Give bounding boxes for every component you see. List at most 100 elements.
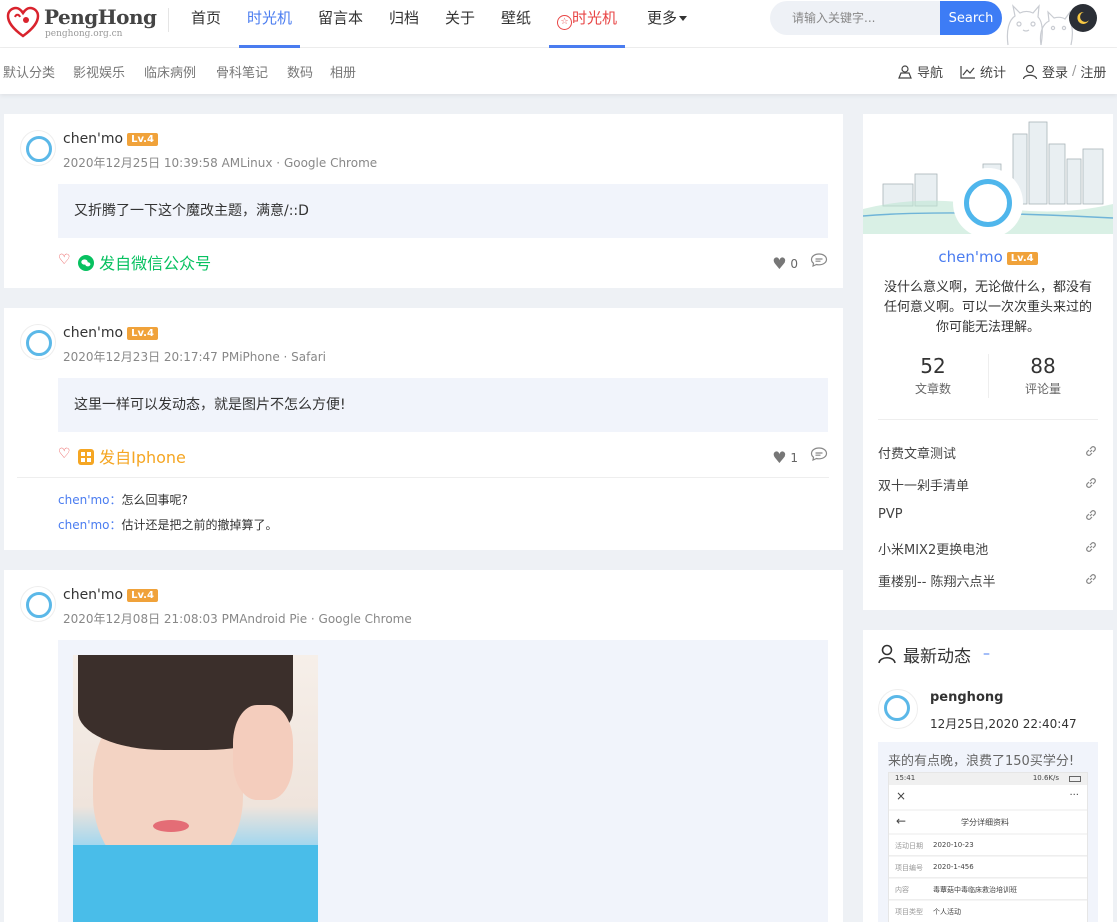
login-link[interactable]: 登录 [1042, 62, 1068, 81]
avatar[interactable] [20, 130, 56, 166]
stats-link[interactable]: 统计 [960, 62, 1006, 81]
phone-row-key: 项目类型 [895, 908, 923, 916]
photo-shirt [73, 845, 318, 922]
wechat-icon [78, 255, 94, 271]
register-link[interactable]: 注册 [1080, 62, 1106, 81]
nav-more[interactable]: 更多 [647, 0, 688, 48]
nav-timemachine-2[interactable]: ☆ 时光机 [548, 0, 626, 48]
like-button[interactable]: ♥ 0 [772, 254, 798, 273]
phone-row-value: 毒蕈菇中毒临床救治培训班 [933, 886, 1017, 894]
comment-text: 估计还是把之前的撤掉算了。 [121, 518, 278, 532]
phone-row-key: 项目编号 [895, 864, 923, 872]
search-button[interactable]: Search [940, 1, 1002, 35]
comment-author[interactable]: chen'mo [58, 493, 110, 507]
stat-value: 88 [1030, 354, 1056, 378]
sidebar-link[interactable]: 双十一剁手清单 [878, 475, 1098, 494]
sidebar-link-label: 付费文章测试 [878, 447, 957, 462]
sidebar-link-label: 小米MIX2更换电池 [878, 543, 989, 558]
sidebar-link[interactable]: 重楼别-- 陈翔六点半 [878, 571, 1098, 590]
heart-logo-icon [6, 6, 40, 38]
latest-dash: – [983, 646, 990, 662]
dark-mode-toggle[interactable] [1069, 4, 1097, 32]
site-logo[interactable]: PengHong penghong.org.cn [4, 3, 157, 41]
phone-back: ← [896, 814, 907, 828]
category-default[interactable]: 默认分类 [3, 62, 55, 81]
latest-screenshot[interactable]: 15:41 10.6K/s × ··· ← 学分详细资料 活动日期 2020-1… [888, 772, 1088, 922]
category-bar: 默认分类 影视娱乐 临床病例 骨科笔记 数码 相册 导航 统计 登录 / 注册 [0, 48, 1117, 94]
nav-divider [168, 8, 169, 32]
avatar[interactable] [878, 689, 918, 729]
latest-user[interactable]: penghong [930, 690, 1003, 705]
nav-guestbook[interactable]: 留言本 [318, 0, 363, 48]
moon-icon [1077, 11, 1089, 24]
auth-separator: / [1072, 64, 1077, 79]
profile-name[interactable]: chen'mo Lv.4 [863, 248, 1113, 266]
comment-item: chen'mo：估计还是把之前的撤掉算了。 [58, 516, 278, 533]
sidebar-link-label: PVP [878, 507, 903, 522]
navigation-label: 导航 [917, 66, 944, 81]
sidebar-link[interactable]: PVP [878, 507, 1098, 522]
level-badge: Lv.4 [127, 133, 158, 146]
nav-more-label: 更多 [647, 9, 678, 27]
timeline-post: chen'mo Lv.4 2020年12月08日 21:08:03 PMAndro… [4, 570, 843, 922]
nav-archive[interactable]: 归档 [389, 0, 419, 48]
profile-name-text: chen'mo [938, 248, 1003, 266]
profile-avatar[interactable] [956, 171, 1020, 235]
post-content: 又折腾了一下这个魔改主题，满意/::D [58, 184, 828, 238]
divider [878, 419, 1098, 420]
comment-icon[interactable] [810, 446, 828, 462]
category-album[interactable]: 相册 [330, 62, 356, 81]
sidebar-link[interactable]: 小米MIX2更换电池 [878, 539, 1098, 558]
heart-outline-icon[interactable]: ♡ [58, 446, 71, 462]
level-badge: Lv.4 [127, 327, 158, 340]
photo-lips [153, 820, 189, 832]
category-movies[interactable]: 影视娱乐 [73, 62, 125, 81]
navigation-link[interactable]: 导航 [897, 62, 943, 81]
sidebar-link[interactable]: 付费文章测试 [878, 443, 1098, 462]
phone-more: ··· [1069, 790, 1079, 801]
phone-statusbar: 15:41 10.6K/s [889, 773, 1087, 785]
post-photo[interactable] [73, 655, 318, 922]
post-source-label: 发自微信公众号 [99, 254, 212, 273]
avatar[interactable] [20, 586, 56, 622]
user-icon [878, 644, 896, 664]
category-orthopedic[interactable]: 骨科笔记 [216, 62, 268, 81]
comment-author[interactable]: chen'mo [58, 518, 110, 532]
latest-text: 来的有点晚，浪费了150买学分! [888, 754, 1075, 769]
category-clinical[interactable]: 临床病例 [144, 62, 196, 81]
phone-page-header: ← 学分详细资料 [889, 811, 1087, 833]
nav-wallpaper[interactable]: 壁纸 [501, 0, 531, 48]
post-author[interactable]: chen'mo Lv.4 [63, 131, 158, 147]
level-badge: Lv.4 [127, 589, 158, 602]
auth-links: 登录 / 注册 [1022, 62, 1106, 81]
comment-list: chen'mo：怎么回事呢? chen'mo：估计还是把之前的撤掉算了。 [17, 477, 829, 550]
stat-comments: 88 评论量 [988, 354, 1098, 397]
post-author[interactable]: chen'mo Lv.4 [63, 325, 158, 341]
phone-row-key: 内容 [895, 886, 909, 894]
like-button[interactable]: ♥ 1 [772, 448, 798, 467]
phone-title: 学分详细资料 [961, 818, 1009, 827]
latest-header: 最新动态 – [877, 642, 990, 667]
nav-home[interactable]: 首页 [191, 0, 221, 48]
stat-value: 52 [920, 354, 946, 378]
post-meta: 2020年12月25日 10:39:58 AMLinux · Google Ch… [63, 156, 378, 170]
post-author[interactable]: chen'mo Lv.4 [63, 587, 158, 603]
top-navbar: PengHong penghong.org.cn 首页 时光机 留言本 归档 关… [0, 0, 1117, 48]
stat-posts: 52 文章数 [878, 354, 988, 397]
user-icon [1022, 64, 1038, 79]
heart-outline-icon[interactable]: ♡ [58, 252, 71, 268]
heart-filled-icon: ♥ [772, 254, 787, 273]
comment-icon[interactable] [810, 252, 828, 268]
avatar[interactable] [20, 324, 56, 360]
phone-row: 内容 毒蕈菇中毒临床救治培训班 [889, 879, 1087, 900]
phone-row-value: 2020-1-456 [933, 863, 974, 871]
stat-label: 文章数 [914, 382, 951, 396]
search-input[interactable] [770, 1, 942, 35]
navigation-icon [898, 64, 912, 79]
nav-about[interactable]: 关于 [445, 0, 475, 48]
nav-timemachine[interactable]: 时光机 [238, 0, 301, 48]
latest-title: 最新动态 [903, 646, 971, 667]
category-digital[interactable]: 数码 [287, 62, 313, 81]
stats-label: 统计 [980, 66, 1007, 81]
post-content: 这里一样可以发动态，就是图片不怎么方便! [58, 378, 828, 432]
